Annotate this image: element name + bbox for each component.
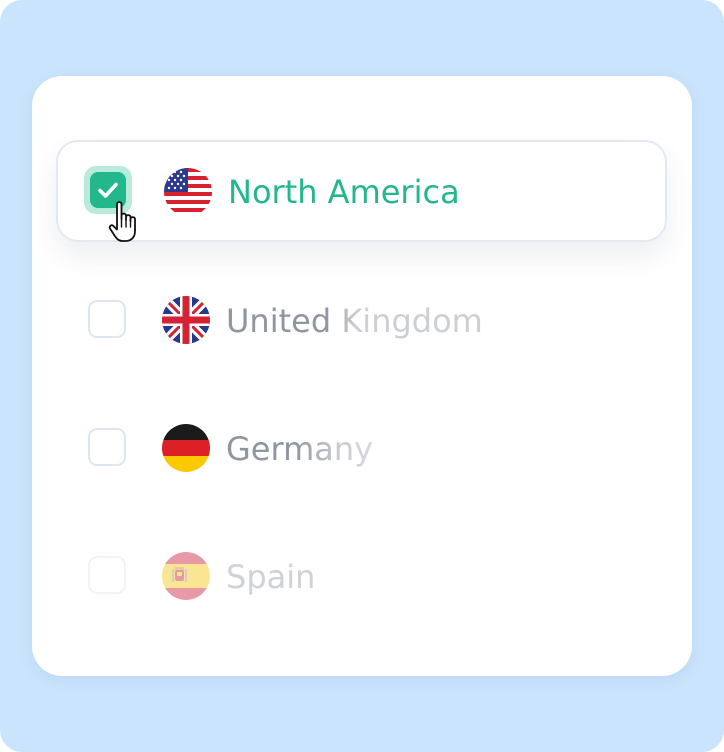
region-label: Spain — [226, 558, 316, 596]
us-flag-icon — [164, 168, 212, 216]
background-frame: North America United Kingdom Germany Spa… — [0, 0, 724, 752]
germany-flag-icon — [162, 424, 210, 472]
region-label: United Kingdom — [226, 302, 483, 340]
hand-pointer-icon — [108, 201, 136, 242]
checkbox-united-kingdom[interactable] — [88, 300, 126, 338]
region-option-united-kingdom[interactable]: United Kingdom — [56, 270, 667, 372]
spain-flag-icon — [162, 552, 210, 600]
region-label: North America — [228, 173, 460, 211]
region-label: Germany — [226, 430, 374, 468]
checkbox-germany[interactable] — [88, 428, 126, 466]
region-option-spain[interactable]: Spain — [56, 526, 667, 628]
checkbox-spain[interactable] — [88, 556, 126, 594]
region-option-germany[interactable]: Germany — [56, 398, 667, 500]
uk-flag-icon — [162, 296, 210, 344]
